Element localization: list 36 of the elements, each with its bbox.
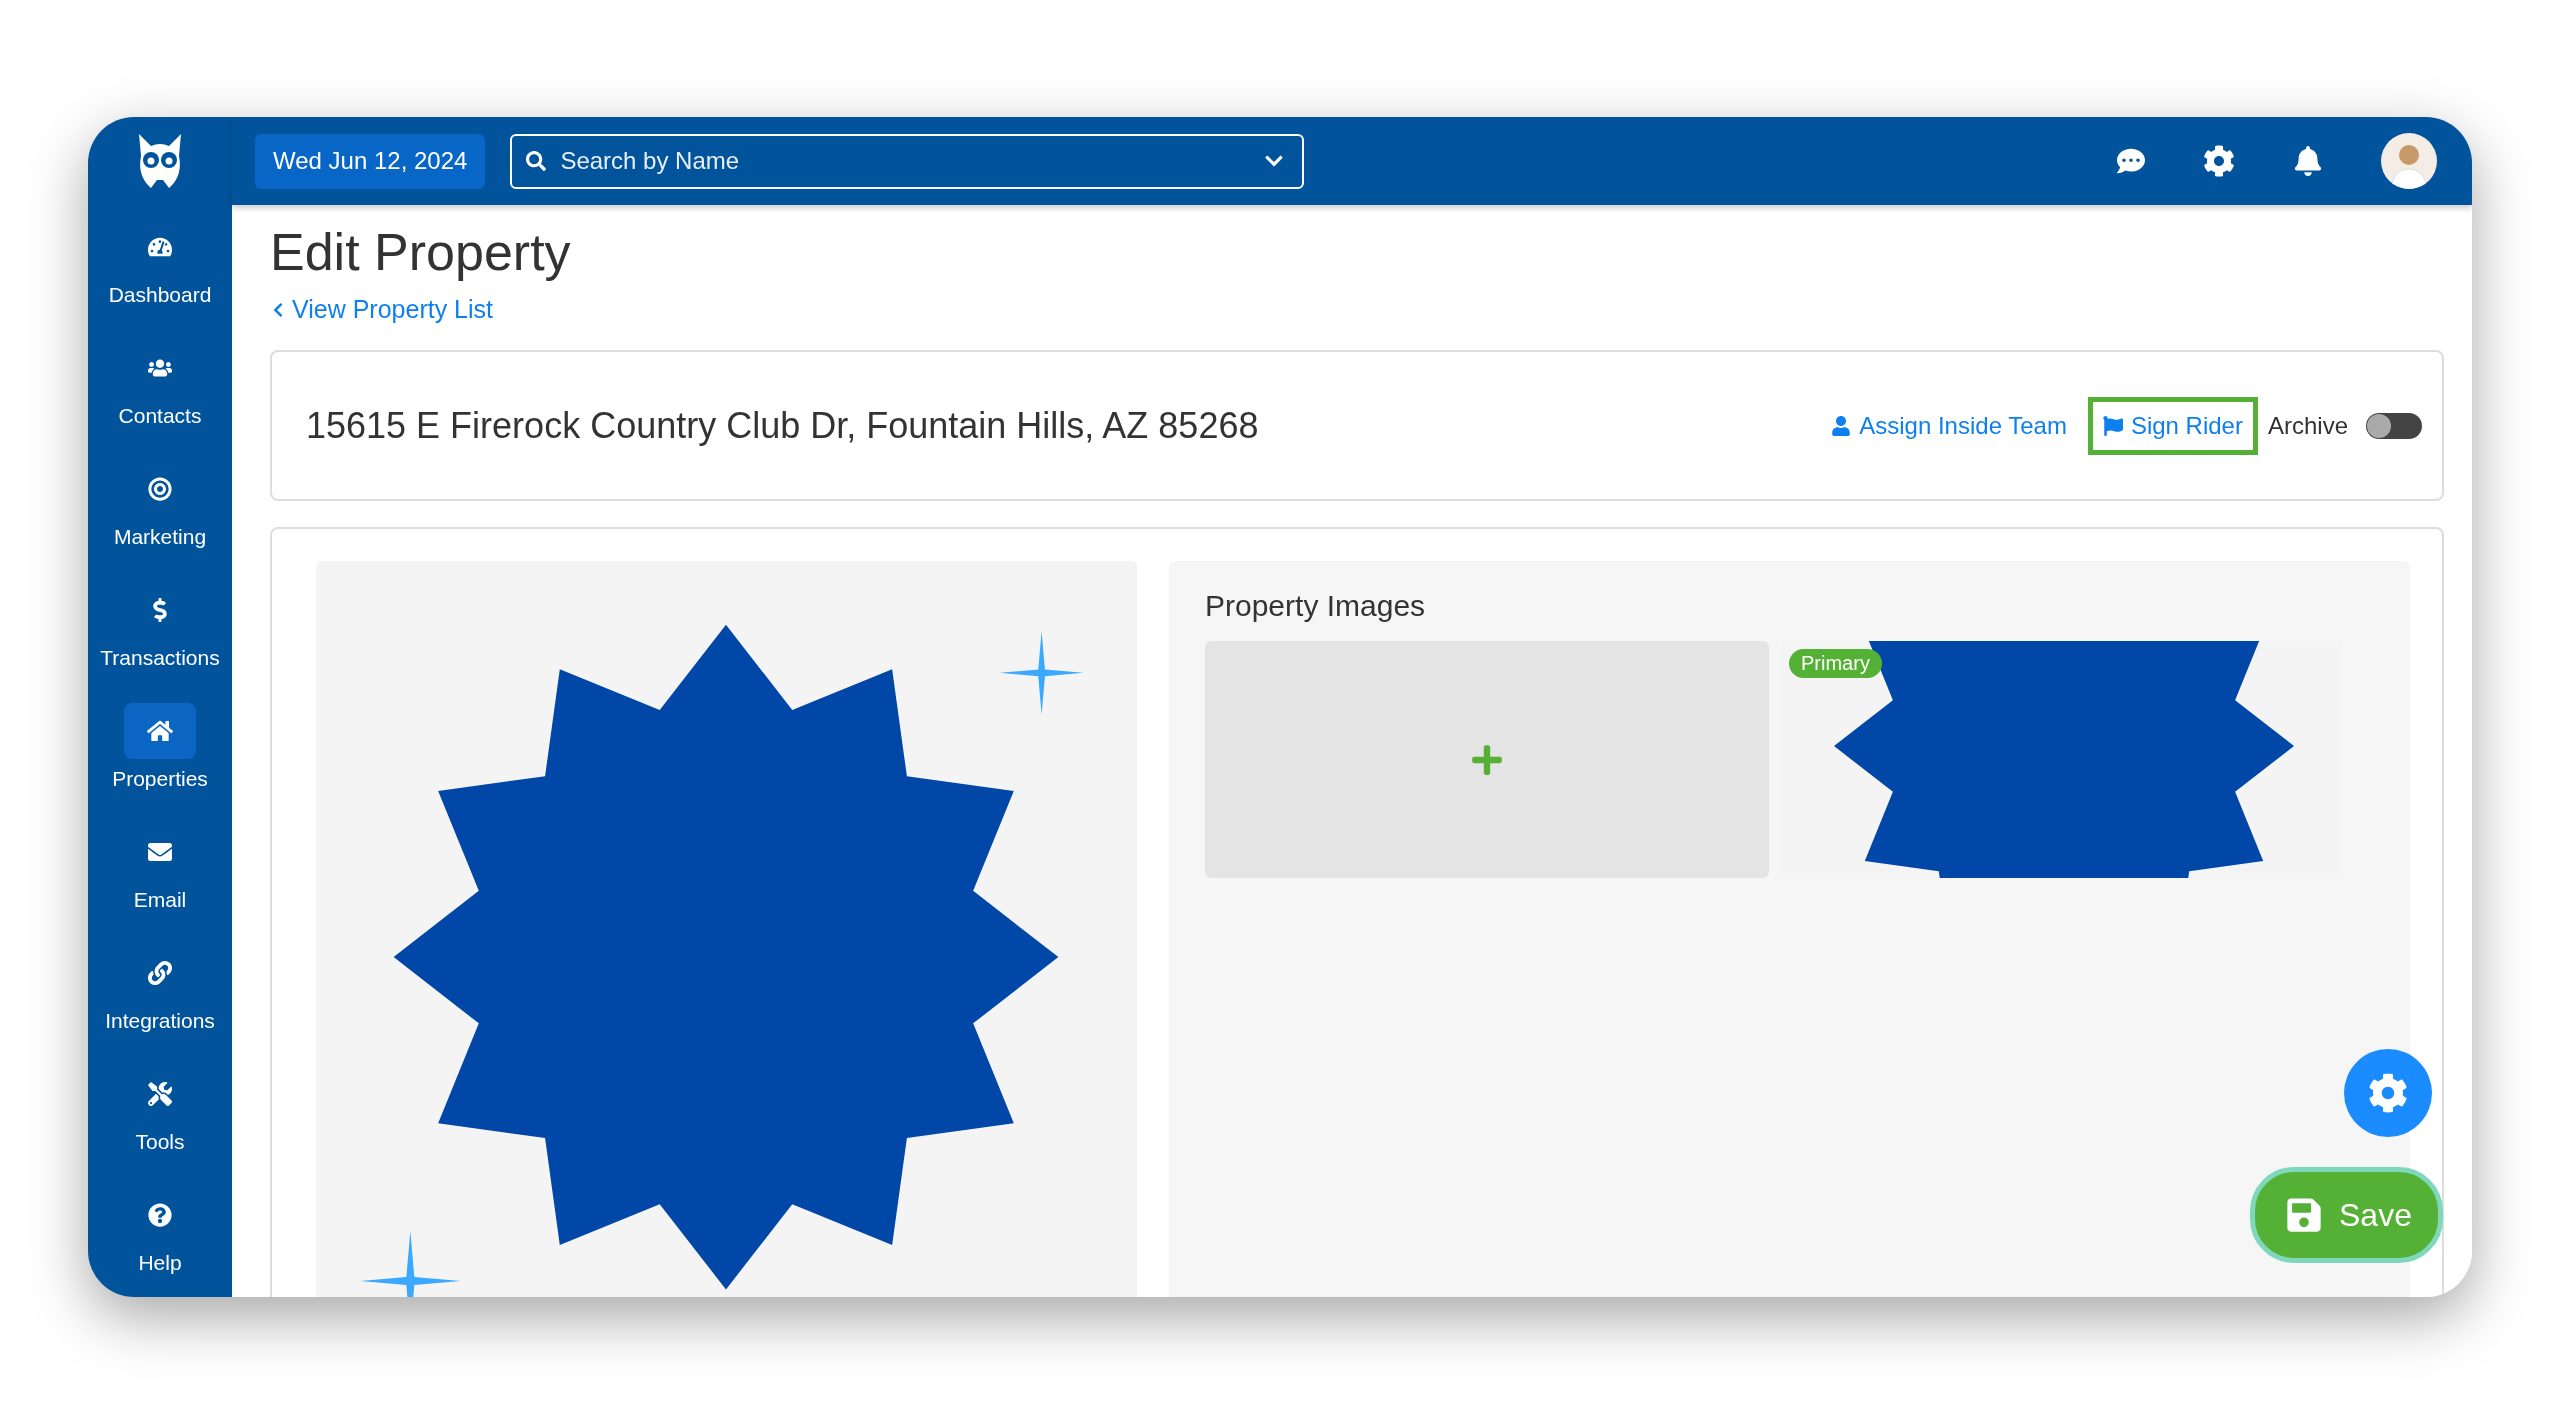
primary-badge: Primary (1789, 649, 1882, 679)
flag-icon (2102, 415, 2123, 436)
sidebar-item[interactable]: Transactions (100, 568, 220, 689)
date-button[interactable]: Wed Jun 12, 2024 (255, 133, 486, 189)
page-title: Edit Property (270, 222, 572, 283)
search-icon (526, 150, 547, 171)
plus-icon (1470, 742, 1504, 777)
sidebar-item[interactable]: Help (124, 1173, 196, 1294)
nav-icon (148, 1082, 172, 1106)
nav-icon (148, 840, 172, 864)
nav-icon (148, 477, 172, 501)
save-icon (2285, 1196, 2323, 1234)
nav-icon (148, 235, 172, 259)
back-link[interactable]: View Property List (270, 295, 493, 325)
panel-title: Property Images (1205, 589, 1427, 624)
nav-icon (147, 718, 173, 744)
search-field[interactable]: Search by Name (510, 133, 1305, 189)
property-address: 15615 E Firerock Country Club Dr, Fountain Hills, AZ 85268 (306, 404, 1259, 447)
avatar[interactable] (2381, 133, 2437, 189)
sidebar-item[interactable]: Dashboard (108, 205, 212, 326)
nav-icon (148, 1203, 172, 1227)
sidebar-item[interactable]: Properties (112, 689, 208, 810)
nav-icon (148, 961, 172, 985)
action-link[interactable]: Sign Rider (2087, 396, 2258, 455)
settings-icon[interactable] (2203, 145, 2235, 177)
user-icon (1831, 415, 1852, 436)
settings-icon (2368, 1073, 2408, 1113)
chat-icon[interactable] (2117, 147, 2145, 175)
archive-label: Archive (2267, 411, 2348, 440)
archive-toggle[interactable] (2366, 412, 2422, 439)
sidebar-item[interactable]: Marketing (113, 447, 207, 568)
sidebar-item[interactable]: Tools (124, 1052, 196, 1173)
sidebar-item[interactable]: Contacts (118, 326, 202, 447)
sidebar-item[interactable]: Email (124, 810, 196, 931)
notification-icon[interactable] (2293, 146, 2323, 176)
sidebar-item[interactable]: Integrations (105, 931, 215, 1052)
